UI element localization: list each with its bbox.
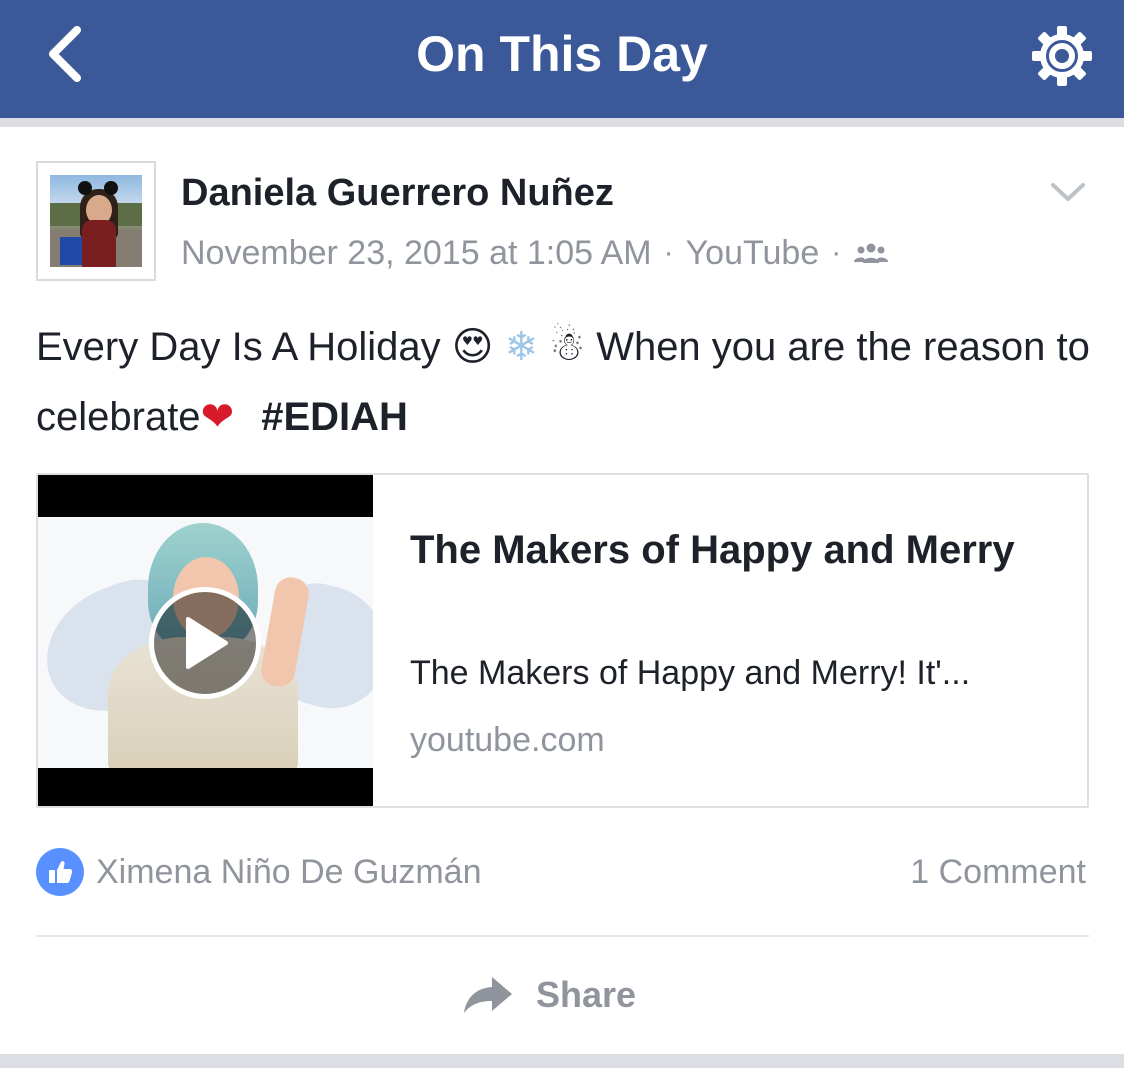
share-label: Share <box>536 974 637 1015</box>
chevron-down-icon <box>1051 183 1085 201</box>
bottom-separator <box>0 1054 1124 1068</box>
post-meta: November 23, 2015 at 1:05 AM · YouTube · <box>181 232 889 274</box>
link-domain: youtube.com <box>410 721 605 759</box>
author-name[interactable]: Daniela Guerrero Nuñez <box>181 170 614 216</box>
post-timestamp[interactable]: November 23, 2015 at 1:05 AM <box>181 232 652 274</box>
avatar[interactable] <box>36 161 156 281</box>
navigation-bar: On This Day <box>0 0 1124 118</box>
link-preview-card[interactable]: The Makers of Happy and Merry The Makers… <box>36 473 1089 808</box>
thumbs-up-icon <box>49 860 73 883</box>
meta-separator-2: · <box>831 236 842 269</box>
heart-emoji: ❤ <box>200 394 235 440</box>
share-button[interactable]: Share <box>462 962 662 1028</box>
play-icon <box>186 617 228 669</box>
friends-icon <box>853 242 889 264</box>
header-divider <box>0 118 1124 127</box>
meta-separator: · <box>663 236 674 269</box>
like-badge <box>36 848 84 896</box>
post-options-button[interactable] <box>1048 174 1088 210</box>
snowflake-emoji: ❄ <box>504 324 539 370</box>
profile-photo <box>50 175 142 267</box>
page-title: On This Day <box>416 26 708 82</box>
play-button[interactable] <box>149 587 261 699</box>
gear-icon <box>1032 26 1092 86</box>
hashtag-link[interactable]: #EDIAH <box>261 395 408 439</box>
comment-count[interactable]: 1 Comment <box>910 850 1086 894</box>
snowman-emoji: ☃ <box>549 324 586 370</box>
share-arrow-icon <box>464 977 512 1013</box>
post-source[interactable]: YouTube <box>686 232 820 274</box>
message-text-1: Every Day Is A Holiday <box>36 325 441 369</box>
link-title: The Makers of Happy and Merry <box>410 528 1015 572</box>
post-message: Every Day Is A Holiday 😍 ❄ ☃ When you ar… <box>36 312 1096 452</box>
settings-button[interactable] <box>1024 18 1100 94</box>
video-thumbnail[interactable] <box>38 475 373 806</box>
liked-by[interactable]: Ximena Niño De Guzmán <box>96 850 482 894</box>
action-divider <box>36 935 1089 937</box>
heart-eyes-emoji: 😍 <box>451 324 494 370</box>
link-description: The Makers of Happy and Merry! It'... <box>410 654 971 692</box>
